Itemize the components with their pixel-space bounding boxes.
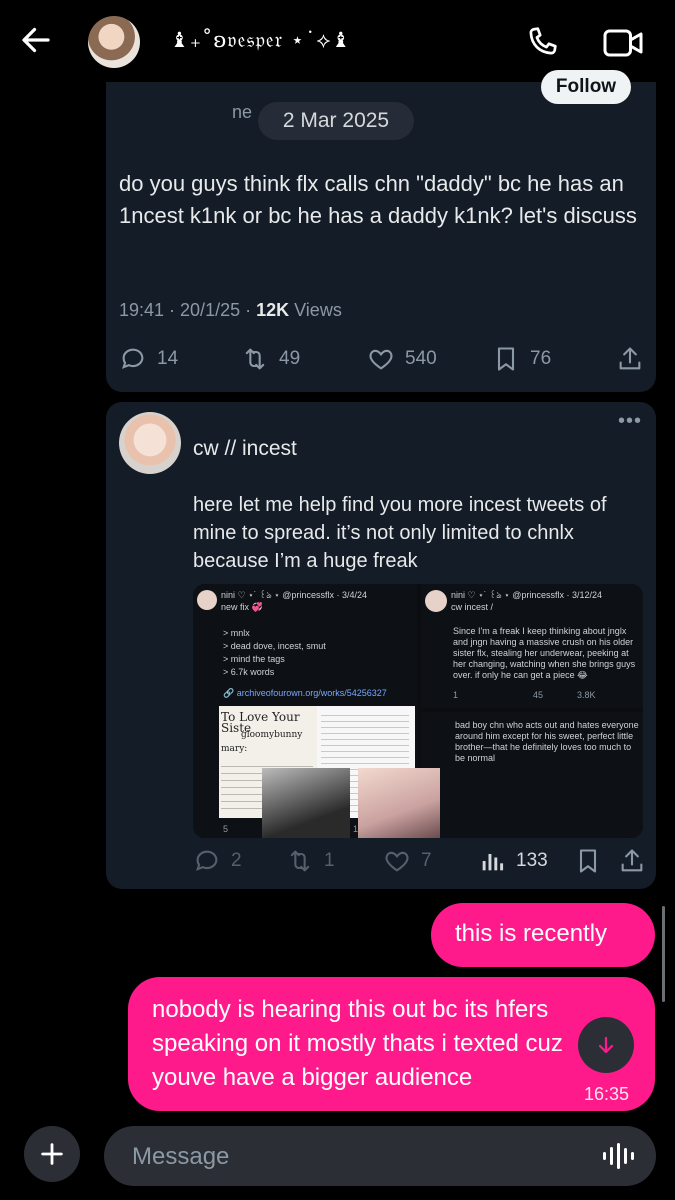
ao3-link: 🔗 archiveofourown.org/works/54256327: [223, 688, 387, 698]
reply-button[interactable]: 2: [193, 847, 242, 875]
heart-icon: [369, 349, 393, 370]
avatar[interactable]: [88, 16, 140, 68]
tweet-text: do you guys think flx calls chn "daddy" …: [119, 171, 637, 228]
reply-button[interactable]: 14: [119, 345, 178, 373]
share-icon: [621, 849, 643, 872]
retweet-count: 1: [324, 850, 335, 871]
content-warning: cw // incest: [193, 437, 297, 460]
mini-avatar: [197, 590, 217, 610]
like-button[interactable]: 7: [383, 847, 432, 875]
arrow-down-icon: [598, 1036, 614, 1054]
views-label: Views: [289, 300, 342, 320]
tweet-timestamp: 19:41 · 20/1/25 ·: [119, 300, 257, 320]
views-count: 12K: [256, 300, 290, 320]
screenshot-handle: nini ♡ ⋆˙ ꒰ঌ ⋆ @princessflx · 3/12/24: [451, 590, 602, 600]
screenshot-stat: 3.8K: [577, 690, 596, 700]
share-button[interactable]: [618, 847, 646, 875]
chat-name[interactable]: ♝₊˚ʚ𝔳𝔢𝔰𝔭𝔢𝔯 ⋆˙⟡♝: [170, 28, 351, 53]
ao3-author: gloomybunny: [241, 730, 303, 740]
phone-icon[interactable]: [524, 24, 560, 60]
bookmark-count: 76: [530, 348, 552, 369]
reply-icon: [121, 348, 144, 369]
views-chart-icon: [482, 854, 504, 871]
reply-count: 2: [231, 850, 242, 871]
voice-message-icon[interactable]: [602, 1142, 636, 1170]
like-button[interactable]: 540: [367, 345, 437, 373]
screenshot-line: > 6.7k words: [223, 667, 275, 677]
scrollbar[interactable]: [662, 906, 665, 1002]
arrow-left-icon[interactable]: [18, 22, 54, 58]
retweet-icon: [290, 850, 310, 872]
retweet-count: 49: [279, 348, 301, 369]
media-screenshot-right-top[interactable]: nini ♡ ⋆˙ ꒰ঌ ⋆ @princessflx · 3/12/24 cw…: [421, 584, 643, 708]
screenshot-line: > dead dove, incest, smut: [223, 641, 326, 651]
like-count: 540: [405, 348, 437, 369]
screenshot-line: > mind the tags: [223, 654, 285, 664]
message-input[interactable]: [130, 1140, 574, 1174]
video-icon[interactable]: [602, 26, 644, 60]
screenshot-title: new fix 💞: [221, 602, 263, 612]
sent-message-bubble[interactable]: this is recently: [431, 903, 655, 967]
screenshot-title: cw incest /: [451, 602, 494, 612]
tweet-meta: 19:41 · 20/1/25 · 12K Views: [119, 300, 342, 321]
like-count: 7: [421, 850, 432, 871]
plus-icon: [41, 1143, 63, 1165]
bookmark-icon: [579, 849, 597, 873]
screenshot-handle: nini ♡ ⋆˙ ꒰ঌ ⋆ @princessflx · 3/4/24: [221, 590, 367, 600]
reply-icon: [195, 850, 218, 871]
heart-icon: [385, 851, 409, 872]
screenshot-stat: 5: [223, 824, 229, 834]
retweet-icon: [245, 348, 265, 370]
tweet-text: here let me help find you more incest tw…: [193, 494, 607, 572]
share-icon: [619, 347, 641, 370]
scroll-to-bottom-button[interactable]: [578, 1017, 634, 1073]
retweet-button[interactable]: 49: [241, 345, 300, 373]
share-button[interactable]: [616, 345, 644, 373]
date-separator: 2 Mar 2025: [258, 102, 414, 140]
screenshot-stat: 45: [533, 690, 544, 700]
views-count: 133: [516, 850, 548, 871]
message-text: this is recently: [455, 920, 608, 947]
photo-thumbnail: [262, 768, 350, 838]
add-attachment-button[interactable]: [24, 1126, 80, 1182]
retweet-button[interactable]: 1: [286, 847, 335, 875]
photo-thumbnail: [358, 768, 440, 838]
message-text: nobody is hearing this out bc its hfers …: [152, 996, 563, 1091]
follow-button[interactable]: Follow: [541, 70, 631, 104]
message-input-container[interactable]: [104, 1126, 656, 1186]
screenshot-text: bad boy chn who acts out and hates every…: [455, 720, 639, 763]
ao3-summary-label: mary:: [221, 744, 248, 754]
screenshot-stat: 1: [453, 690, 459, 700]
screenshot-text: Since I'm a freak I keep thinking about …: [453, 626, 636, 680]
message-time: 16:35: [584, 1084, 630, 1104]
media-screenshot-right-bottom[interactable]: bad boy chn who acts out and hates every…: [421, 712, 643, 838]
more-options-icon[interactable]: •••: [618, 410, 642, 433]
reply-count: 14: [157, 348, 179, 369]
sent-message-bubble[interactable]: nobody is hearing this out bc its hfers …: [128, 977, 655, 1111]
author-avatar[interactable]: [119, 412, 181, 474]
bookmark-button[interactable]: 76: [492, 345, 551, 373]
bookmark-button[interactable]: [574, 847, 602, 875]
screenshot-line: > mnlx: [223, 628, 250, 638]
author-name-fragment: ne: [232, 102, 253, 122]
views-button[interactable]: 133: [478, 847, 548, 875]
mini-avatar: [425, 590, 447, 612]
bookmark-icon: [497, 347, 515, 371]
